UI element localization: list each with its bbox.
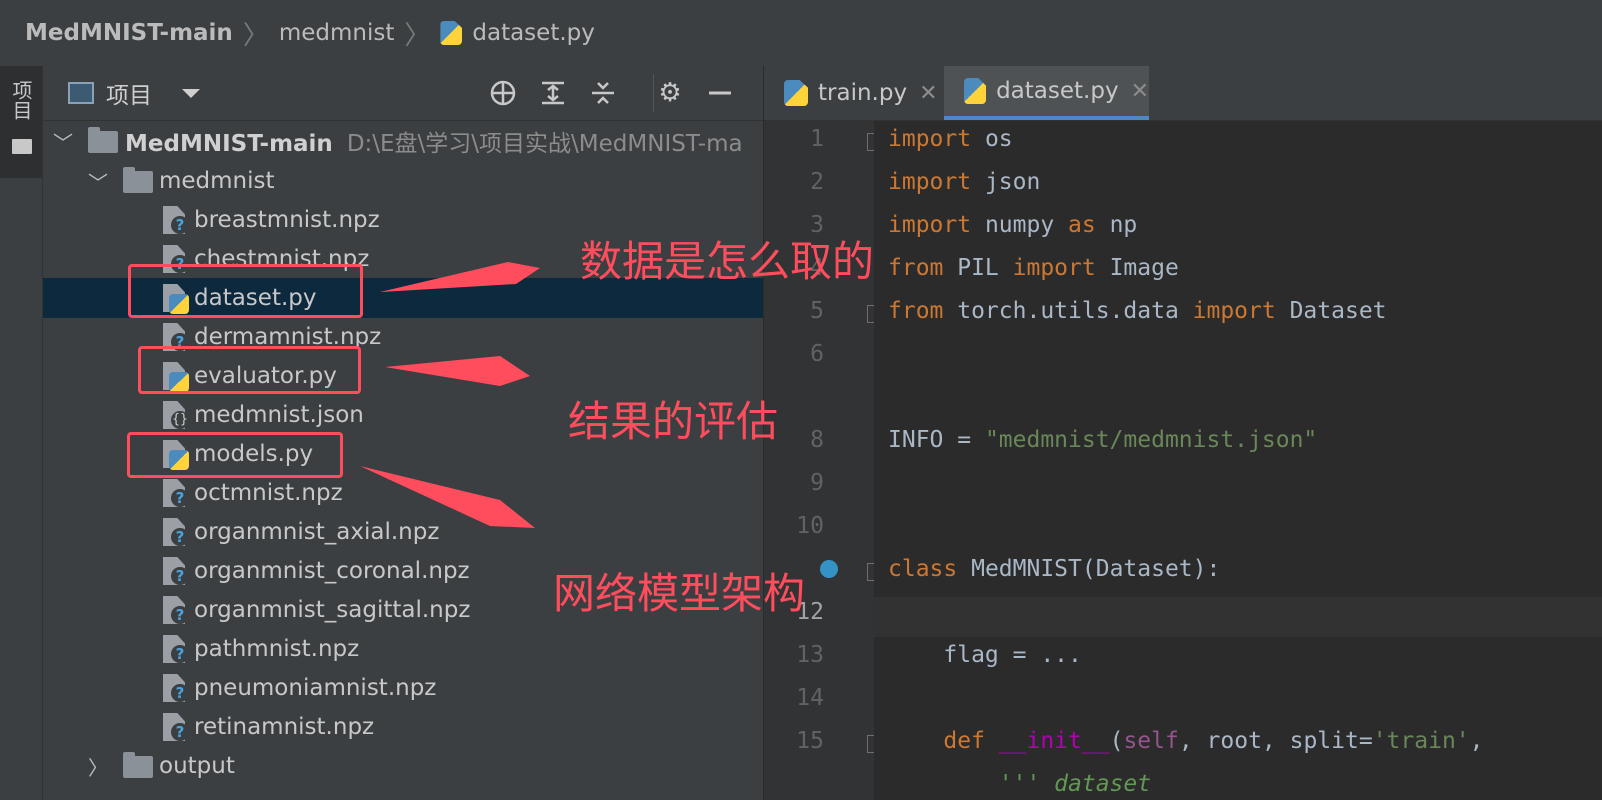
folder-icon (12, 139, 32, 154)
question-badge-icon: ? (171, 216, 189, 234)
line-number: 10 (796, 513, 824, 539)
line-number: 6 (810, 341, 824, 367)
question-badge-icon: ? (171, 684, 189, 702)
folder-label: output (159, 753, 235, 779)
question-badge-icon: ? (171, 528, 189, 546)
code-line-1: import os (888, 126, 1013, 152)
question-badge-icon: ? (171, 489, 189, 507)
tool-window-strip: 项目 (0, 66, 43, 800)
code-line-5: from torch.utils.data import Dataset (888, 298, 1387, 324)
question-badge-icon: ? (171, 606, 189, 624)
python-file-icon (440, 21, 463, 45)
folder-icon (123, 167, 153, 193)
line-number: 13 (796, 642, 824, 668)
breadcrumb-separator: 〉 (404, 20, 431, 51)
gear-icon[interactable]: ⚙ (655, 78, 685, 108)
file-label: organmnist_coronal.npz (194, 558, 470, 584)
annotation-models: 网络模型架构 (553, 569, 806, 618)
folder-icon (123, 752, 153, 778)
implemented-method-icon[interactable] (820, 560, 838, 578)
file-label: pathmnist.npz (194, 636, 360, 662)
tree-root[interactable]: ﹀ MedMNIST-main D:\E盘\学习\项目实战\MedMNIST-ma (43, 121, 763, 161)
highlight-box-dataset (128, 264, 363, 318)
folder-label: medmnist (159, 168, 275, 194)
file-label: medmnist.json (194, 402, 364, 428)
toolbar-divider (653, 74, 654, 112)
file-label: organmnist_axial.npz (194, 519, 440, 545)
question-badge-icon: ? (171, 723, 189, 741)
folder-icon (88, 127, 118, 153)
close-icon[interactable]: ✕ (1131, 79, 1149, 104)
tree-file[interactable]: ? octmnist.npz (43, 473, 763, 513)
tree-file[interactable]: ? retinamnist.npz (43, 707, 763, 747)
line-number: 9 (810, 470, 824, 496)
expand-all-icon[interactable] (538, 78, 568, 108)
code-line-2: import json (888, 169, 1041, 195)
current-line-highlight (874, 597, 1602, 637)
question-badge-icon: ? (171, 645, 189, 663)
code-line-15: def __init__(self, root, split='train', (943, 728, 1484, 754)
tree-file[interactable]: ? pneumoniamnist.npz (43, 668, 763, 708)
tab-train[interactable]: train.py ✕ (764, 66, 942, 120)
chevron-right-icon[interactable]: 〉 (88, 752, 108, 781)
line-number: 1 (810, 126, 824, 152)
code-line-4: from PIL import Image (888, 255, 1179, 281)
line-number: 15 (796, 728, 824, 754)
breadcrumb-file-label: dataset.py (472, 20, 595, 46)
code-line-3: import numpy as np (888, 212, 1138, 238)
breadcrumb-folder[interactable]: medmnist (279, 20, 395, 46)
code-line-11: class MedMNIST(Dataset): (888, 556, 1221, 582)
code-line-16: ''' dataset (998, 771, 1152, 797)
tree-root-label: MedMNIST-main D:\E盘\学习\项目实战\MedMNIST-ma (125, 131, 743, 157)
collapse-all-icon[interactable] (588, 78, 618, 108)
chevron-down-icon[interactable]: ﹀ (53, 127, 73, 156)
line-number: 2 (810, 169, 824, 195)
breadcrumb: MedMNIST-main 〉 medmnist 〉 dataset.py (0, 0, 1602, 67)
project-view-title[interactable]: 项目 (106, 76, 152, 110)
file-label: octmnist.npz (194, 480, 343, 506)
line-number: 5 (810, 298, 824, 324)
chevron-down-icon[interactable] (182, 88, 200, 98)
highlight-box-evaluator (138, 346, 361, 394)
python-file-icon (784, 80, 808, 106)
tab-dataset[interactable]: dataset.py ✕ (944, 66, 1149, 120)
editor-tabs: train.py ✕ dataset.py ✕ (764, 66, 1602, 121)
project-view-icon (68, 82, 94, 104)
tab-label: train.py (818, 80, 908, 106)
annotation-dataset: 数据是怎么取的 (580, 237, 875, 286)
minimize-icon[interactable] (705, 78, 735, 108)
file-label: organmnist_sagittal.npz (194, 597, 471, 623)
breadcrumb-separator: 〉 (242, 20, 269, 51)
file-label: retinamnist.npz (194, 714, 375, 740)
tree-file[interactable]: ? pathmnist.npz (43, 629, 763, 669)
file-label: breastmnist.npz (194, 207, 380, 233)
line-number: 14 (796, 685, 824, 711)
file-label: pneumoniamnist.npz (194, 675, 437, 701)
code-line-13: flag = ... (888, 642, 1082, 668)
python-file-icon (964, 78, 987, 104)
code-line-8: INFO = "medmnist/medmnist.json" (888, 427, 1318, 453)
highlight-box-models (127, 432, 343, 478)
json-badge-icon: {} (171, 411, 189, 429)
tree-folder-output[interactable]: 〉 output (43, 746, 763, 786)
code-editor[interactable]: import os import json import numpy as np… (874, 121, 1602, 800)
chevron-down-icon[interactable]: ﹀ (88, 167, 108, 196)
annotation-evaluator: 结果的评估 (568, 397, 779, 446)
tree-file[interactable]: ? organmnist_axial.npz (43, 512, 763, 552)
project-toolbar: 项目 ⚙ (43, 66, 763, 121)
tree-folder-medmnist[interactable]: ﹀ medmnist (43, 161, 763, 201)
editor-gutter: 1 2 3 4 5 6 8 9 10 12 13 14 15 (764, 121, 881, 800)
question-badge-icon: ? (171, 567, 189, 585)
breadcrumb-project[interactable]: MedMNIST-main (25, 20, 233, 46)
close-icon[interactable]: ✕ (919, 81, 937, 106)
crosshair-icon[interactable] (488, 78, 518, 108)
breadcrumb-file[interactable]: dataset.py (440, 20, 595, 46)
project-tool-tab[interactable]: 项目 (0, 66, 42, 178)
tab-label: dataset.py (996, 78, 1119, 104)
project-tool-label: 项目 (9, 80, 33, 120)
